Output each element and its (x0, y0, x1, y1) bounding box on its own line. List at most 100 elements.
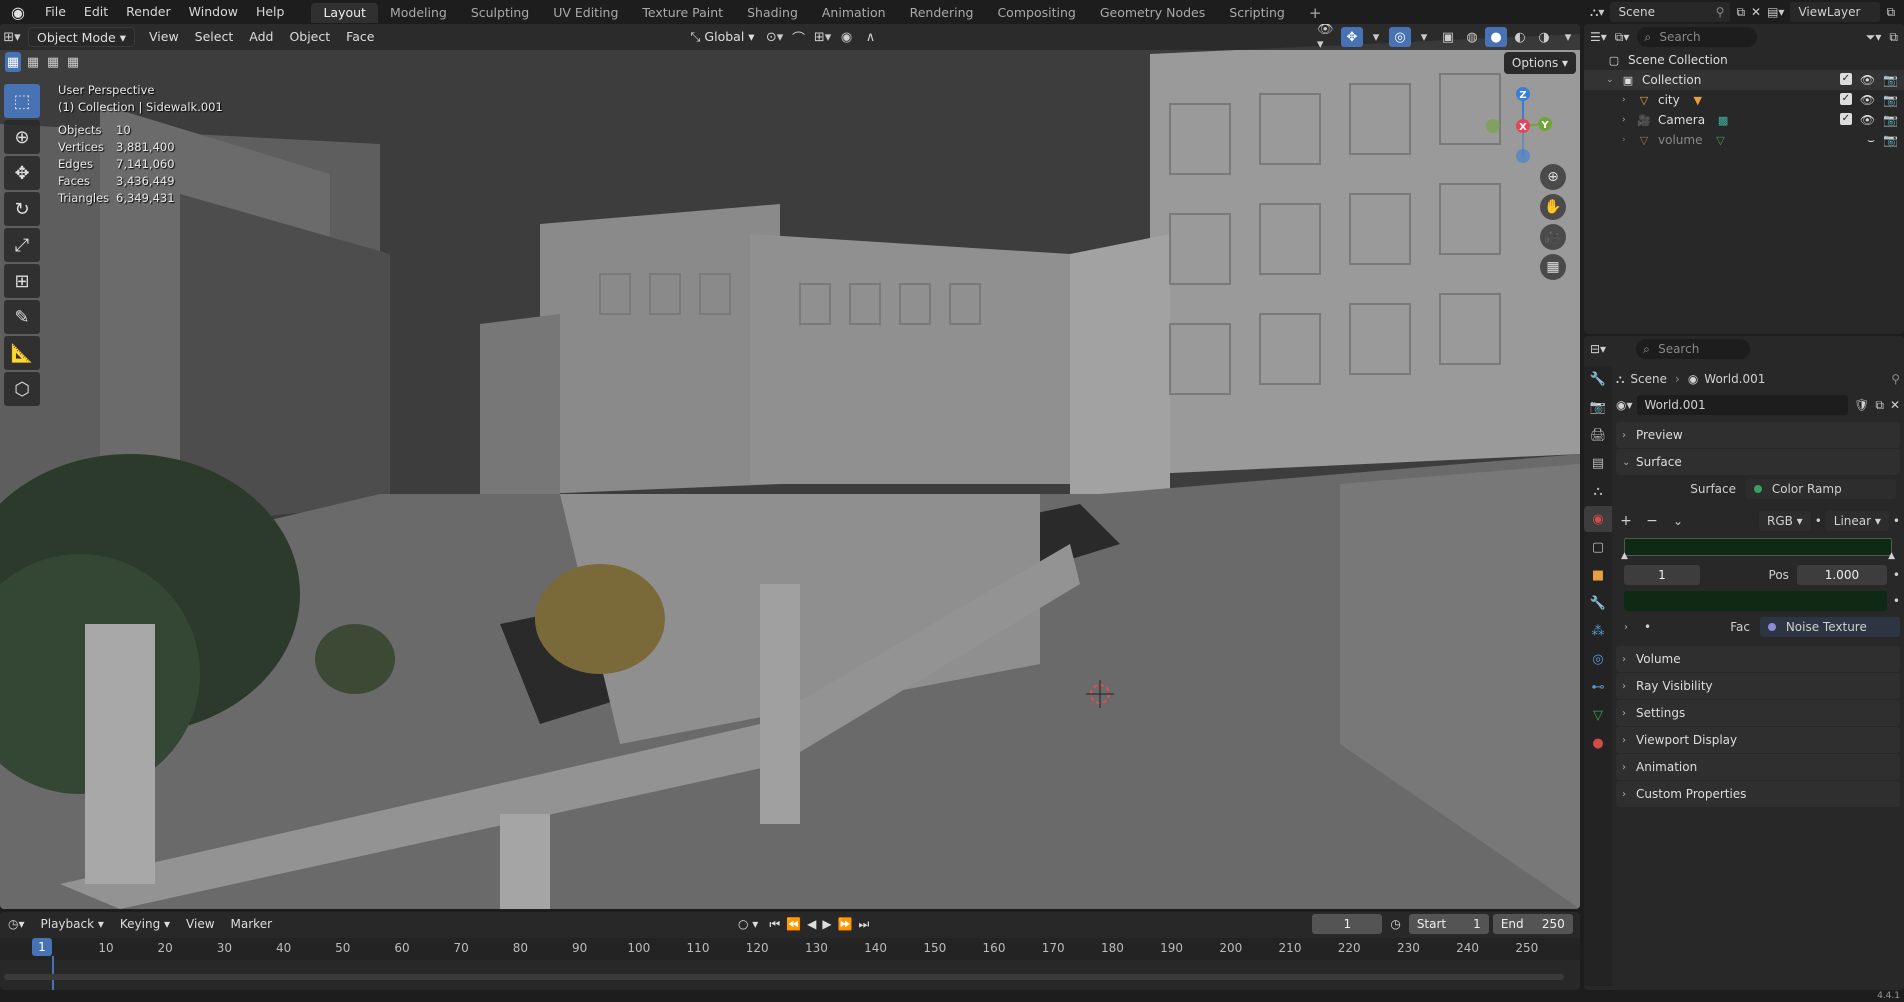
jump-keyframe-forward-icon[interactable]: ⏩ (835, 917, 856, 931)
eye-icon[interactable]: 👁 (1860, 73, 1875, 87)
jump-start-icon[interactable]: ⏮ (766, 917, 783, 932)
display-mode-icon[interactable]: ⧉▾ (1615, 30, 1630, 45)
properties-editor-type-icon[interactable]: ⊟▾ (1590, 342, 1606, 356)
exclude-checkbox[interactable]: ✓ (1839, 113, 1852, 125)
transform-icon[interactable]: ⊞ (4, 264, 40, 298)
new-collection-icon[interactable]: ⧉ (1889, 30, 1898, 45)
current-frame-field[interactable]: 1 (1312, 914, 1383, 934)
select-subtract-icon[interactable]: ▦ (45, 52, 61, 72)
select-extend-icon[interactable]: ▦ (25, 52, 41, 72)
menu-edit[interactable]: Edit (75, 0, 117, 24)
solid-shading-icon[interactable]: ● (1485, 27, 1507, 47)
viewlayer-icon[interactable]: ▤▾ (1767, 5, 1784, 19)
particles-tab-icon[interactable]: ⁂ (1584, 618, 1612, 644)
pin-icon[interactable]: ⚲ (1891, 372, 1900, 386)
eye-icon[interactable]: 👁 (1860, 93, 1875, 107)
gizmo-toggle-icon[interactable]: ✥ (1341, 27, 1363, 47)
shading-dropdown-icon[interactable]: ▾ (1557, 27, 1579, 47)
select-box-icon[interactable]: ⬚ (4, 84, 40, 118)
ramp-menu-icon[interactable]: ⌄ (1668, 514, 1688, 528)
expand-arrow-icon[interactable]: › (1622, 95, 1636, 105)
panel-preview[interactable]: › Preview (1616, 422, 1900, 448)
render-camera-icon[interactable]: 📷 (1883, 133, 1898, 148)
scene-collection-row[interactable]: ▢ Scene Collection (1584, 50, 1904, 70)
expand-arrow-icon[interactable]: › (1624, 622, 1638, 633)
fake-user-icon[interactable]: 🛡 (1854, 398, 1869, 412)
outliner-item-city[interactable]: › ▽ city ▼ ✓ 👁 📷 (1584, 90, 1904, 110)
snap-icon[interactable]: ⌒ (788, 27, 810, 47)
panel-ray-visibility[interactable]: › Ray Visibility (1616, 673, 1900, 699)
select-invert-icon[interactable]: ▦ (65, 52, 81, 72)
world-browse-icon[interactable]: ◉▾ (1616, 398, 1633, 412)
scale-icon[interactable]: ⤢ (4, 228, 40, 262)
object-tab-icon[interactable]: ■ (1584, 562, 1612, 588)
menu-marker[interactable]: Marker (223, 917, 280, 931)
menu-playback[interactable]: Playback ▾ (33, 917, 112, 931)
render-camera-icon[interactable]: 📷 (1883, 73, 1898, 87)
stop-index-field[interactable]: 1 (1624, 565, 1700, 585)
tab-layout[interactable]: Layout (311, 3, 378, 23)
modifier-tab-icon[interactable]: 🔧 (1584, 590, 1612, 616)
menu-select[interactable]: Select (187, 27, 242, 47)
viewlayer-selector[interactable]: ViewLayer (1790, 2, 1881, 22)
pin-icon[interactable]: ⚲ (1716, 2, 1725, 22)
transform-orientation-dropdown[interactable]: ⤡ Global ▾ (682, 27, 762, 47)
tab-shading[interactable]: Shading (735, 3, 810, 23)
move-icon[interactable]: ✥ (4, 156, 40, 190)
tab-scripting[interactable]: Scripting (1217, 3, 1297, 23)
ramp-stop-right[interactable]: ▲ (1888, 551, 1895, 561)
filter-icon[interactable]: ⏷▾ (1866, 30, 1882, 45)
outliner-item-camera[interactable]: › 🎥 Camera ▩ ✓ 👁 📷 (1584, 110, 1904, 130)
menu-window[interactable]: Window (180, 0, 247, 24)
pan-hand-icon[interactable]: ✋ (1540, 194, 1566, 220)
collection-row[interactable]: ⌄ ▣ Collection ✓ 👁 📷 (1584, 70, 1904, 90)
ramp-color-mode-dropdown[interactable]: RGB ▾ (1758, 511, 1811, 531)
expand-arrow-icon[interactable]: ⌄ (1606, 75, 1620, 85)
add-cube-icon[interactable]: ⬡ (4, 372, 40, 406)
panel-viewport-display[interactable]: › Viewport Display (1616, 727, 1900, 753)
eye-icon[interactable]: 👁 (1860, 113, 1875, 127)
unlink-world-icon[interactable]: ✕ (1890, 398, 1900, 412)
ramp-interp-dropdown[interactable]: Linear ▾ (1825, 511, 1889, 531)
menu-face[interactable]: Face (338, 27, 382, 47)
menu-render[interactable]: Render (117, 0, 180, 24)
xray-icon[interactable]: ▣ (1437, 27, 1459, 47)
options-button[interactable]: Options ▾ (1504, 52, 1576, 74)
panel-surface[interactable]: ⌄ Surface (1616, 449, 1900, 475)
add-workspace-icon[interactable]: + (1297, 3, 1334, 23)
outliner-search-input[interactable]: Search (1637, 27, 1758, 47)
world-tab-icon[interactable]: ◉ (1584, 506, 1612, 532)
gizmo-dropdown-icon[interactable]: ▾ (1365, 27, 1387, 47)
auto-keying-icon[interactable]: ○ ▾ (730, 917, 766, 931)
scene-icon[interactable]: ⛬▾ (1590, 5, 1604, 20)
play-icon[interactable]: ▶ (819, 917, 834, 931)
scene-selector[interactable]: Scene ⚲ (1610, 2, 1731, 22)
remove-stop-icon[interactable]: − (1642, 513, 1662, 529)
start-frame-field[interactable]: Start 1 (1408, 914, 1489, 934)
world-name-field[interactable]: World.001 (1636, 395, 1849, 415)
material-shading-icon[interactable]: ◐ (1509, 27, 1531, 47)
jump-keyframe-back-icon[interactable]: ⏪ (783, 917, 804, 931)
menu-view[interactable]: View (141, 27, 187, 47)
exclude-checkbox[interactable]: ✓ (1839, 73, 1852, 85)
tab-compositing[interactable]: Compositing (985, 3, 1087, 23)
render-camera-icon[interactable]: 📷 (1883, 93, 1898, 107)
outliner-editor-type-icon[interactable]: ☰▾ (1590, 30, 1607, 44)
tab-sculpting[interactable]: Sculpting (459, 3, 541, 23)
blender-logo-icon[interactable]: ◉ (0, 0, 36, 24)
tab-uv-editing[interactable]: UV Editing (541, 3, 630, 23)
surface-shader-field[interactable]: Color Ramp (1746, 479, 1896, 499)
physics-tab-icon[interactable]: ◎ (1584, 646, 1612, 672)
timeline-ruler[interactable]: 10 20 30 40 50 60 70 80 90 100 110 120 130 140 150 160 1… (0, 938, 1580, 960)
constraints-tab-icon[interactable]: ⊷ (1584, 674, 1612, 700)
tab-animation[interactable]: Animation (810, 3, 898, 23)
tab-texture-paint[interactable]: Texture Paint (630, 3, 735, 23)
timeline-scrollbar[interactable] (4, 974, 1564, 980)
overlay-dropdown-icon[interactable]: ▾ (1413, 27, 1435, 47)
menu-help[interactable]: Help (247, 0, 294, 24)
playhead[interactable]: 1 (32, 938, 52, 956)
end-frame-field[interactable]: End 250 (1492, 914, 1573, 934)
3d-viewport[interactable]: ⊞▾ Object Mode ▾ View Select Add Object … (0, 24, 1580, 909)
duplicate-world-icon[interactable]: ⧉ (1875, 398, 1884, 413)
pivot-icon[interactable]: ⊙▾ (764, 27, 786, 47)
